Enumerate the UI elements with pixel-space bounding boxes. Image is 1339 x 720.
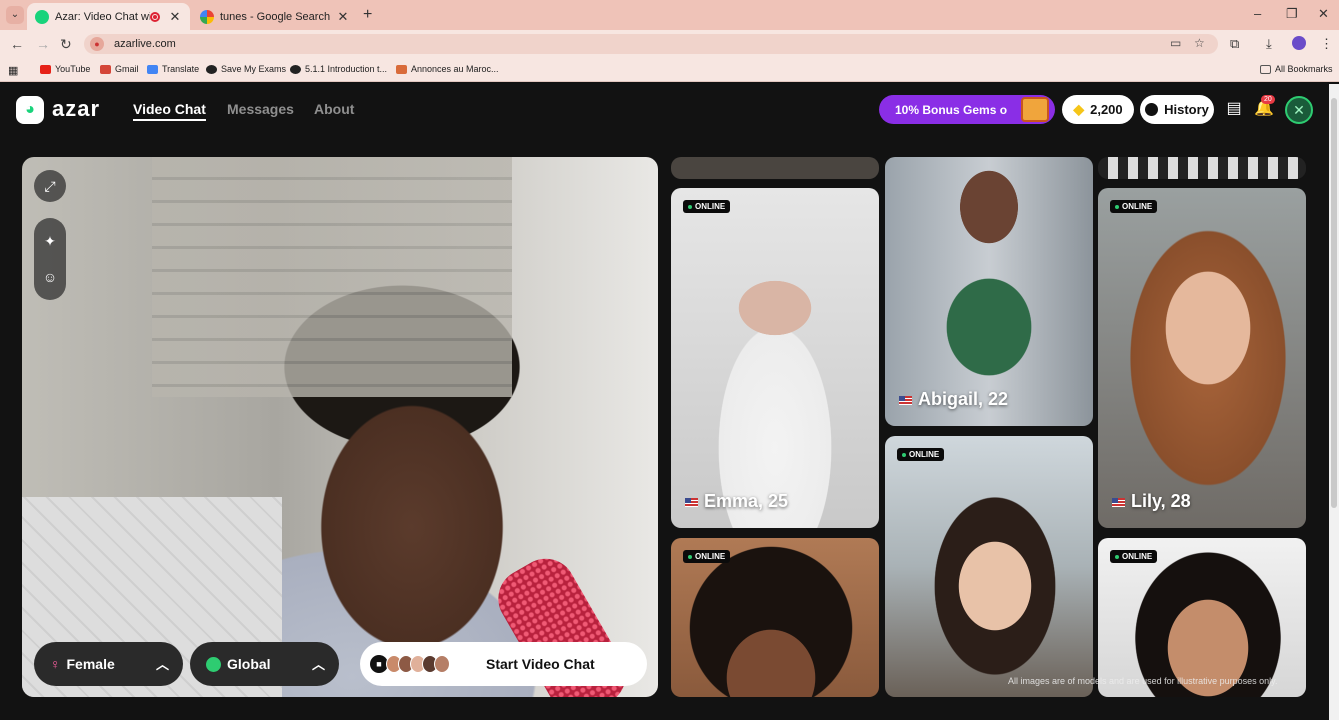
- online-badge: ONLINE: [897, 448, 945, 461]
- user-avatar[interactable]: ✕: [1285, 96, 1313, 124]
- translate-icon: [147, 64, 158, 74]
- nav-messages[interactable]: Messages: [227, 101, 294, 117]
- profile-card[interactable]: [671, 157, 879, 179]
- address-bar[interactable]: ● azarlive.com ▭ ☆: [84, 34, 1218, 54]
- brand-name[interactable]: azar: [52, 96, 100, 122]
- gems-balance[interactable]: ◆ 2,200: [1062, 95, 1134, 124]
- bookmark-save-my-exams[interactable]: Save My Exams: [206, 64, 286, 74]
- extensions-icon[interactable]: ⧉: [1230, 36, 1239, 52]
- bookmark-introduction[interactable]: 5.1.1 Introduction t...: [290, 64, 387, 74]
- nav-about[interactable]: About: [314, 101, 354, 117]
- female-icon: ♀: [50, 656, 61, 672]
- smile-icon[interactable]: ☺: [34, 261, 66, 293]
- profile-card[interactable]: ONLINE: [885, 436, 1093, 697]
- gender-filter-label: Female: [66, 656, 115, 672]
- folder-icon: [1260, 64, 1271, 74]
- chevron-up-icon: ︿: [155, 657, 169, 672]
- treasure-chest-icon: [1021, 97, 1049, 122]
- azar-favicon-icon: [35, 9, 49, 24]
- menu-icon[interactable]: ⋮: [1320, 36, 1333, 52]
- window-blinds: [152, 157, 512, 397]
- profile-card-abigail[interactable]: Abigail, 22: [885, 157, 1093, 426]
- online-badge: ONLINE: [683, 550, 731, 563]
- bookmarks-bar: ▦ YouTube Gmail Translate Save My Exams …: [0, 58, 1339, 82]
- close-window-button[interactable]: ✕: [1318, 6, 1329, 22]
- azar-logo-icon[interactable]: ◕: [16, 96, 44, 124]
- globe-icon: [206, 656, 221, 672]
- tab-search-button[interactable]: ⌄: [6, 6, 24, 24]
- tab-azar[interactable]: Azar: Video Chat with New ✕: [27, 3, 190, 30]
- profile-card[interactable]: ONLINE: [1098, 538, 1306, 697]
- site-icon: [396, 64, 407, 74]
- gem-icon: ◆: [1073, 101, 1085, 117]
- all-bookmarks[interactable]: All Bookmarks: [1260, 64, 1333, 74]
- profile-card[interactable]: [1098, 157, 1306, 179]
- disclaimer-text: All images are of models and are used fo…: [1008, 676, 1278, 686]
- scrollbar-thumb[interactable]: [1331, 98, 1337, 508]
- profile-card-lily[interactable]: ONLINE Lily, 28: [1098, 188, 1306, 528]
- profile-card-emma[interactable]: ONLINE Emma, 25: [671, 188, 879, 528]
- expand-icon[interactable]: ⤢: [34, 170, 66, 202]
- minimize-button[interactable]: –: [1254, 6, 1261, 21]
- tab-title: Azar: Video Chat with New: [55, 10, 150, 23]
- cast-icon[interactable]: ▭: [1170, 36, 1181, 50]
- avatar-stack: [386, 655, 450, 673]
- gender-filter[interactable]: ♀ Female ︿: [34, 642, 183, 686]
- online-badge: ONLINE: [683, 200, 731, 213]
- notification-badge: 20: [1261, 95, 1275, 104]
- reload-icon[interactable]: ↻: [60, 36, 72, 53]
- us-flag-icon: [1112, 497, 1125, 507]
- gems-count: 2,200: [1090, 102, 1123, 117]
- self-video-feed: [22, 157, 658, 697]
- close-tab-icon[interactable]: ✕: [168, 9, 182, 25]
- bookmark-youtube[interactable]: YouTube: [40, 64, 90, 74]
- maximize-button[interactable]: ❐: [1286, 6, 1298, 22]
- chevron-up-icon: ︿: [311, 657, 325, 672]
- scrollbar[interactable]: [1329, 84, 1339, 720]
- tab-google-search[interactable]: tunes - Google Search ✕: [192, 3, 358, 30]
- forward-icon[interactable]: →: [36, 36, 50, 52]
- region-filter-label: Global: [227, 656, 271, 672]
- globe-icon: [206, 64, 217, 74]
- profile-name: Emma, 25: [685, 491, 788, 512]
- download-icon[interactable]: ⤓: [1266, 36, 1272, 52]
- browser-tab-bar: ⌄ Azar: Video Chat with New ✕ tunes - Go…: [0, 0, 1339, 30]
- close-tab-icon[interactable]: ✕: [336, 9, 350, 25]
- start-video-chat-button[interactable]: ■ Start Video Chat: [360, 642, 647, 686]
- profile-name: Abigail, 22: [899, 389, 1008, 410]
- online-badge: ONLINE: [1110, 550, 1158, 563]
- bookmark-annonces[interactable]: Annonces au Maroc...: [396, 64, 499, 74]
- start-video-chat-label: Start Video Chat: [486, 656, 595, 672]
- online-badge: ONLINE: [1110, 200, 1158, 213]
- new-tab-button[interactable]: +: [363, 6, 372, 24]
- inbox-icon[interactable]: ▤: [1222, 97, 1246, 121]
- bookmark-gmail[interactable]: Gmail: [100, 64, 139, 74]
- gmail-icon: [100, 64, 111, 74]
- globe-icon: [290, 64, 301, 74]
- google-favicon-icon: [200, 9, 214, 24]
- url-text: azarlive.com: [114, 38, 176, 50]
- profile-name: Lily, 28: [1112, 491, 1191, 512]
- bookmark-star-icon[interactable]: ☆: [1194, 36, 1205, 50]
- history-button[interactable]: History: [1140, 95, 1214, 124]
- nav-video-chat[interactable]: Video Chat: [133, 101, 206, 121]
- recording-icon: [150, 11, 160, 22]
- apps-icon[interactable]: ▦: [8, 64, 18, 77]
- youtube-icon: [40, 64, 51, 74]
- magic-wand-icon[interactable]: ✦: [34, 225, 66, 257]
- profile-avatar[interactable]: [1292, 36, 1306, 50]
- bonus-text: 10% Bonus Gems o: [895, 102, 1008, 117]
- history-label: History: [1164, 102, 1209, 117]
- back-icon[interactable]: ←: [10, 36, 24, 52]
- clock-icon: [1145, 103, 1159, 116]
- region-filter[interactable]: Global ︿: [190, 642, 339, 686]
- tab-title: tunes - Google Search: [220, 10, 331, 23]
- us-flag-icon: [685, 497, 698, 507]
- bonus-gems-banner[interactable]: 10% Bonus Gems o: [879, 95, 1055, 124]
- site-info-icon[interactable]: ●: [90, 37, 104, 51]
- us-flag-icon: [899, 395, 912, 405]
- bookmark-translate[interactable]: Translate: [147, 64, 199, 74]
- profile-card[interactable]: ONLINE: [671, 538, 879, 697]
